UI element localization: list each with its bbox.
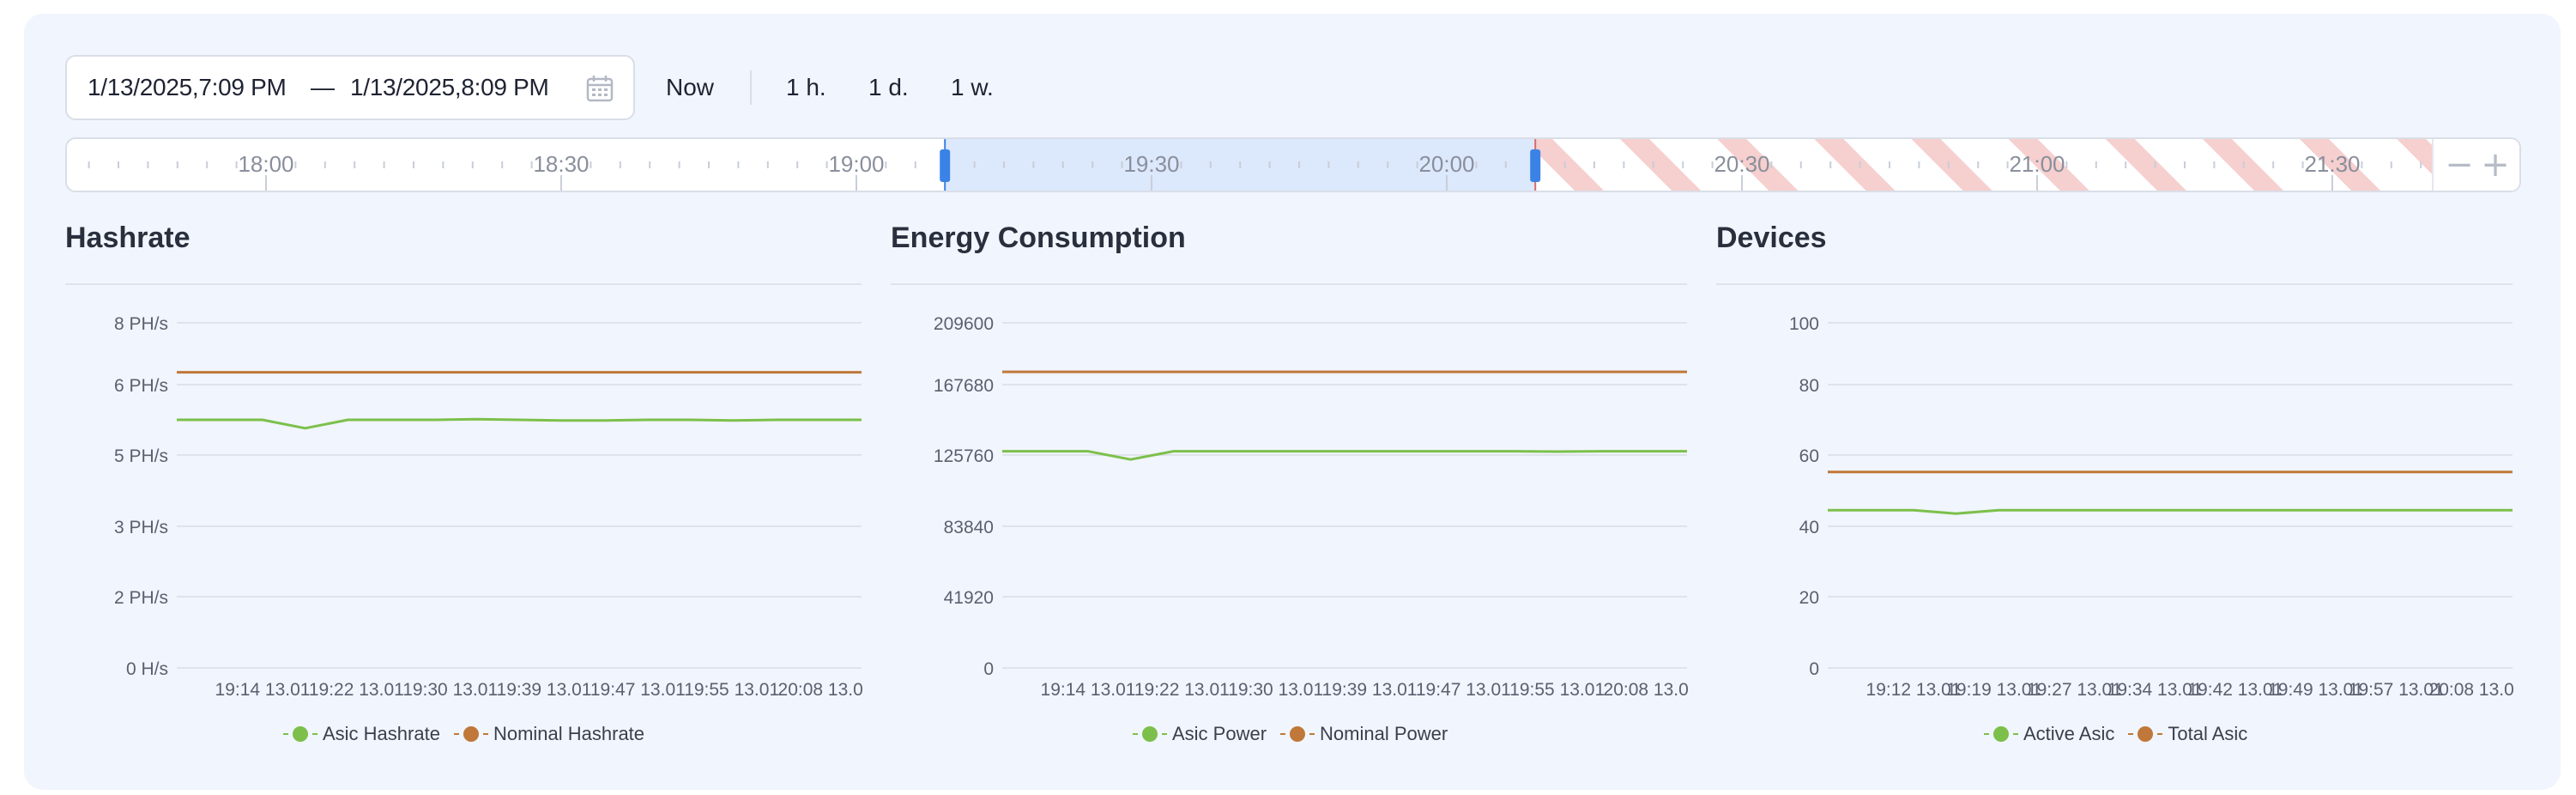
energy-chart[interactable]: 209600 167680 125760 83840 41920 0 19:14 13.01… bbox=[891, 302, 1689, 714]
legend-marker-icon bbox=[283, 725, 317, 743]
y-tick-label: 6 PH/s bbox=[114, 376, 168, 396]
y-tick-label: 0 bbox=[983, 659, 994, 679]
future-region bbox=[1535, 139, 2434, 191]
energy-title: Energy Consumption bbox=[891, 222, 1186, 254]
y-tick-label: 41920 bbox=[944, 588, 994, 608]
y-tick-label: 100 bbox=[1789, 314, 1819, 334]
timeline-zoom-controls: − + bbox=[2432, 139, 2519, 191]
y-tick-label: 2 PH/s bbox=[114, 588, 168, 608]
selection-start-handle bbox=[940, 149, 951, 182]
y-tick-label: 167680 bbox=[934, 376, 994, 396]
y-tick-label: 40 bbox=[1799, 518, 1819, 537]
legend-marker-icon bbox=[2128, 725, 2163, 743]
y-tick-label: 80 bbox=[1799, 376, 1819, 396]
energy-legend: Asic Power Nominal Power bbox=[1133, 723, 1461, 749]
y-tick-label: 125760 bbox=[934, 446, 994, 466]
y-tick-label: 5 PH/s bbox=[114, 446, 168, 466]
x-tick-label: 19:39 13.01 bbox=[497, 680, 592, 700]
quick-divider bbox=[750, 70, 752, 105]
timeline-label: 21:30 bbox=[2304, 151, 2360, 177]
range-separator: — bbox=[311, 74, 335, 100]
range-start[interactable]: 1/13/2025,7:09 PM bbox=[88, 74, 287, 101]
legend-marker-icon bbox=[1133, 725, 1167, 743]
timeline-label: 20:00 bbox=[1418, 151, 1474, 177]
legend-label: Nominal Power bbox=[1320, 723, 1448, 744]
y-tick-label: 3 PH/s bbox=[114, 518, 168, 537]
x-tick-label: 19:30 13.01 bbox=[402, 680, 498, 700]
range-1h-button[interactable]: 1 h. bbox=[786, 74, 826, 101]
x-tick-label: 19:47 13.01 bbox=[1416, 680, 1511, 700]
legend-item[interactable]: Nominal Hashrate bbox=[453, 723, 645, 745]
legend-marker-icon bbox=[453, 725, 488, 743]
energy-title-rule bbox=[891, 283, 1687, 285]
hashrate-title-rule bbox=[65, 283, 862, 285]
devices-title-rule bbox=[1716, 283, 2513, 285]
x-tick-label: 20:08 13.01 bbox=[1604, 680, 1689, 700]
timeline-track[interactable]: 18:00 18:30 19:00 19:30 20:00 20:30 21:00 21:30 bbox=[67, 139, 2519, 191]
devices-legend: Active Asic Total Asic bbox=[1984, 723, 2261, 749]
range-1d-button[interactable]: 1 d. bbox=[868, 74, 909, 101]
y-tick-label: 83840 bbox=[944, 518, 994, 537]
x-tick-label: 20:08 13.01 bbox=[778, 680, 863, 700]
timeline-label: 19:00 bbox=[828, 151, 884, 177]
legend-item[interactable]: Asic Power bbox=[1133, 723, 1267, 745]
legend-marker-icon bbox=[1984, 725, 2018, 743]
hashrate-legend: Asic Hashrate Nominal Hashrate bbox=[283, 723, 658, 749]
timeline-slider[interactable]: 18:00 18:30 19:00 19:30 20:00 20:30 21:00 21:30… bbox=[65, 137, 2521, 192]
x-tick-label: 20:08 13.01 bbox=[2429, 680, 2514, 700]
range-end[interactable]: 1/13/2025,8:09 PM bbox=[350, 74, 549, 101]
legend-item[interactable]: Asic Hashrate bbox=[283, 723, 440, 745]
zoom-in-button[interactable]: + bbox=[2478, 144, 2513, 185]
y-tick-label: 0 H/s bbox=[126, 659, 168, 679]
x-tick-label: 19:39 13.01 bbox=[1322, 680, 1418, 700]
range-1w-button[interactable]: 1 w. bbox=[951, 74, 994, 101]
timeline-label: 18:30 bbox=[533, 151, 589, 177]
x-tick-label: 19:47 13.01 bbox=[590, 680, 686, 700]
zoom-out-button[interactable]: − bbox=[2442, 144, 2476, 185]
legend-label: Asic Power bbox=[1172, 723, 1267, 744]
y-tick-label: 209600 bbox=[934, 314, 994, 334]
x-tick-label: 19:22 13.01 bbox=[1134, 680, 1230, 700]
hashrate-title: Hashrate bbox=[65, 222, 190, 254]
legend-label: Total Asic bbox=[2168, 723, 2248, 744]
timeline-label: 20:30 bbox=[1714, 151, 1769, 177]
devices-title: Devices bbox=[1716, 222, 1827, 254]
legend-label: Asic Hashrate bbox=[323, 723, 440, 744]
x-tick-label: 19:22 13.01 bbox=[309, 680, 404, 700]
now-button[interactable]: Now bbox=[666, 74, 714, 101]
y-tick-label: 8 PH/s bbox=[114, 314, 168, 334]
x-tick-label: 19:55 13.01 bbox=[684, 680, 779, 700]
y-tick-label: 20 bbox=[1799, 588, 1819, 608]
series-line bbox=[177, 417, 862, 430]
legend-item[interactable]: Nominal Power bbox=[1280, 723, 1448, 745]
selection-end-handle bbox=[1530, 149, 1541, 182]
date-range-picker[interactable]: 1/13/2025,7:09 PM — 1/13/2025,8:09 PM bbox=[65, 55, 635, 120]
hashrate-chart[interactable]: 8 PH/s 6 PH/s 5 PH/s 3 PH/s 2 PH/s 0 H/s 19:14… bbox=[65, 302, 863, 714]
legend-label: Nominal Hashrate bbox=[493, 723, 645, 744]
legend-label: Active Asic bbox=[2023, 723, 2115, 744]
y-tick-label: 0 bbox=[1809, 659, 1819, 679]
x-tick-label: 19:14 13.01 bbox=[1041, 680, 1136, 700]
x-tick-label: 19:30 13.01 bbox=[1228, 680, 1323, 700]
legend-item[interactable]: Total Asic bbox=[2128, 723, 2247, 745]
devices-chart[interactable]: 10080604020019:12 13.0119:19 13.0119:27 … bbox=[1716, 302, 2514, 714]
legend-item[interactable]: Active Asic bbox=[1984, 723, 2114, 745]
x-tick-label: 19:14 13.01 bbox=[215, 680, 311, 700]
series-line bbox=[1828, 508, 2513, 515]
x-tick-label: 19:55 13.01 bbox=[1509, 680, 1605, 700]
timeline-label: 19:30 bbox=[1123, 151, 1179, 177]
calendar-icon[interactable] bbox=[585, 74, 614, 103]
timeline-label: 18:00 bbox=[238, 151, 293, 177]
timeline-label: 21:00 bbox=[2009, 151, 2065, 177]
legend-marker-icon bbox=[1280, 725, 1315, 743]
y-tick-label: 60 bbox=[1799, 446, 1819, 466]
